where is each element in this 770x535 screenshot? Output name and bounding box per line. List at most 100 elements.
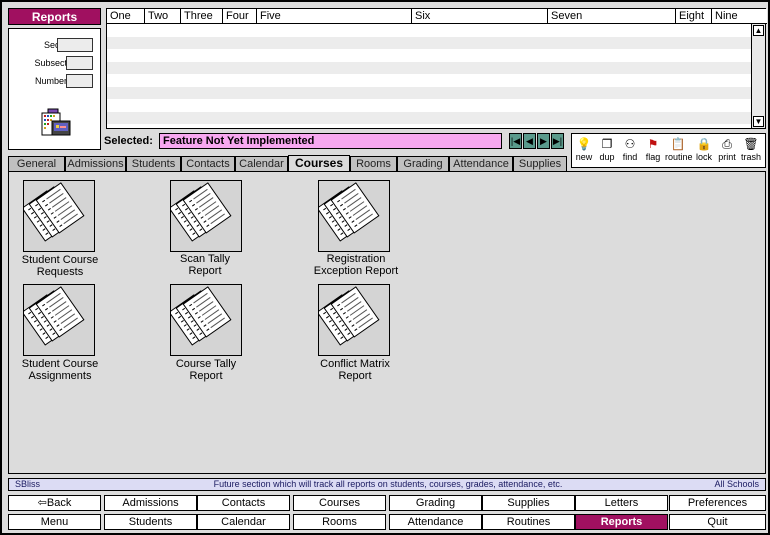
list-rows [107,24,752,129]
column-header[interactable]: Two [145,9,181,23]
status-user: SBliss [15,479,41,489]
sect-field[interactable] [57,38,93,52]
tab-supplies[interactable]: Supplies [513,156,567,172]
routine-button[interactable]: 📋 routine [665,136,693,166]
nav-contacts-button[interactable]: Contacts [197,495,290,511]
lock-icon: 🔒 [696,137,712,151]
first-record-icon[interactable]: |◀ [509,133,522,149]
nav-letters-button[interactable]: Letters [575,495,668,511]
nav-menu-button[interactable]: Menu [8,514,101,530]
back-button[interactable]: ⇦Back [8,495,101,511]
status-bar: Future section which will track all repo… [8,478,766,491]
nav-reports-button[interactable]: Reports [575,514,668,530]
reports-panel: Student Course Requests Scan Tally Repor… [8,171,766,474]
back-arrow-icon: ⇦ [37,497,47,509]
report-label: Scan Tally [180,253,230,265]
list-row[interactable] [107,86,752,99]
selected-label: Selected: [104,135,153,147]
report-label: Exception Report [313,265,399,277]
column-header[interactable]: Three [181,9,223,23]
report-document-icon[interactable] [21,284,95,356]
report-label: Registration [326,253,386,265]
glasses-icon: ⚇ [624,137,636,151]
selected-field[interactable]: Feature Not Yet Implemented [159,133,502,149]
sect-row: Sect [9,38,102,54]
nav-rooms-button[interactable]: Rooms [293,514,386,530]
tab-rooms[interactable]: Rooms [350,156,397,172]
list-row[interactable] [107,61,752,74]
subsect-row: Subsect [9,56,102,72]
report-document-icon[interactable] [316,180,390,252]
report-conflict-matrix[interactable]: Conflict Matrix Report [295,284,415,384]
sect-label: Sect [43,40,62,50]
last-record-icon[interactable]: ▶| [551,133,564,149]
number-field[interactable] [66,74,93,88]
column-header[interactable]: Five [257,9,412,23]
report-registration-exception[interactable]: Registration Exception Report [296,180,416,280]
previous-record-icon[interactable]: ◀ [523,133,536,149]
flag-icon: ⚑ [647,137,659,151]
filter-panel: Sect Subsect Number [8,28,101,150]
nav-calendar-button[interactable]: Calendar [197,514,290,530]
scroll-down-icon[interactable]: ▼ [753,116,764,127]
nav-admissions-button[interactable]: Admissions [104,495,197,511]
new-button[interactable]: 💡 new [573,136,595,166]
lock-button[interactable]: 🔒 lock [693,136,715,166]
next-record-icon[interactable]: ▶ [537,133,550,149]
list-row[interactable] [107,111,752,124]
vertical-scrollbar[interactable]: ▲ ▼ [751,24,765,128]
flag-button[interactable]: ⚑ flag [642,136,664,166]
report-document-icon[interactable] [21,180,95,252]
records-list[interactable]: One Two Three Four Five Six Seven Eight … [106,8,767,129]
list-row[interactable] [107,99,752,112]
number-row: Number [9,74,102,90]
report-course-tally[interactable]: Course Tally Report [146,284,266,384]
tab-students[interactable]: Students [126,156,181,172]
report-label: Student Course [21,358,99,370]
nav-routines-button[interactable]: Routines [482,514,575,530]
report-student-course-requests[interactable]: Student Course Requests [0,180,120,280]
dup-button[interactable]: ❐ dup [596,136,618,166]
printer-icon: ⎙ [722,137,732,151]
status-school: All Schools [714,479,759,489]
nav-students-button[interactable]: Students [104,514,197,530]
nav-supplies-button[interactable]: Supplies [482,495,575,511]
nav-courses-button[interactable]: Courses [293,495,386,511]
subsect-field[interactable] [66,56,93,70]
reports-app-icon [41,108,71,136]
column-header[interactable]: Six [412,9,548,23]
list-row[interactable] [107,24,752,37]
list-row[interactable] [107,36,752,49]
toolbar: 💡 new ❐ dup ⚇ find ⚑ flag 📋 routine 🔒 lo… [571,133,766,168]
report-scan-tally[interactable]: Scan Tally Report [145,180,265,280]
report-student-course-assignments[interactable]: Student Course Assignments [0,284,120,384]
column-headers: One Two Three Four Five Six Seven Eight … [107,9,767,24]
trash-icon: 🗑 [743,137,759,151]
nav-grading-button[interactable]: Grading [389,495,482,511]
tab-attendance[interactable]: Attendance [449,156,513,172]
nav-preferences-button[interactable]: Preferences [669,495,766,511]
tab-calendar[interactable]: Calendar [235,156,288,172]
nav-quit-button[interactable]: Quit [669,514,766,530]
tab-contacts[interactable]: Contacts [181,156,235,172]
nav-attendance-button[interactable]: Attendance [389,514,482,530]
print-button[interactable]: ⎙ print [716,136,738,166]
column-header[interactable]: Seven [548,9,676,23]
report-document-icon[interactable] [168,284,242,356]
trash-button[interactable]: 🗑 trash [740,136,762,166]
report-document-icon[interactable] [316,284,390,356]
list-row[interactable] [107,74,752,87]
tab-general[interactable]: General [8,156,65,172]
find-button[interactable]: ⚇ find [619,136,641,166]
column-header[interactable]: Nine [712,9,766,23]
scroll-up-icon[interactable]: ▲ [753,25,764,36]
column-header[interactable]: One [107,9,145,23]
status-message: Future section which will track all repo… [213,479,563,489]
tab-grading[interactable]: Grading [397,156,449,172]
list-row[interactable] [107,49,752,62]
column-header[interactable]: Four [223,9,257,23]
tab-admissions[interactable]: Admissions [65,156,126,172]
report-document-icon[interactable] [168,180,242,252]
column-header[interactable]: Eight [676,9,712,23]
report-label: Report [338,370,372,382]
